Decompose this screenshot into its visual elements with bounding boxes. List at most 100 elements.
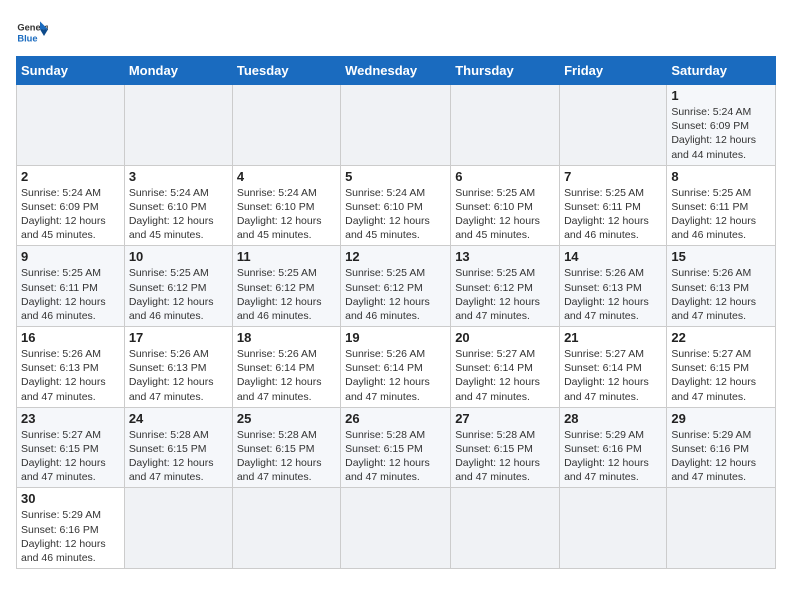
calendar-cell	[560, 85, 667, 166]
calendar-cell: 12Sunrise: 5:25 AMSunset: 6:12 PMDayligh…	[341, 246, 451, 327]
day-number: 26	[345, 411, 446, 426]
calendar-cell: 30 Sunrise: 5:29 AMSunset: 6:16 PMDayligh…	[17, 488, 125, 569]
calendar-cell	[560, 488, 667, 569]
day-info: Sunrise: 5:27 AMSunset: 6:15 PMDaylight:…	[21, 428, 120, 485]
calendar-cell: 20Sunrise: 5:27 AMSunset: 6:14 PMDayligh…	[451, 327, 560, 408]
calendar-cell: 6 Sunrise: 5:25 AMSunset: 6:10 PMDaylight…	[451, 165, 560, 246]
week-row-2: 9 Sunrise: 5:25 AMSunset: 6:11 PMDaylight…	[17, 246, 776, 327]
day-number: 20	[455, 330, 555, 345]
day-number: 23	[21, 411, 120, 426]
day-number: 17	[129, 330, 228, 345]
day-number: 22	[671, 330, 771, 345]
day-number: 8	[671, 169, 771, 184]
weekday-saturday: Saturday	[667, 57, 776, 85]
calendar-cell: 17Sunrise: 5:26 AMSunset: 6:13 PMDayligh…	[124, 327, 232, 408]
day-info: Sunrise: 5:29 AMSunset: 6:16 PMDaylight:…	[21, 508, 120, 565]
weekday-friday: Friday	[560, 57, 667, 85]
day-info: Sunrise: 5:25 AMSunset: 6:12 PMDaylight:…	[345, 266, 446, 323]
day-number: 13	[455, 249, 555, 264]
day-info: Sunrise: 5:25 AMSunset: 6:11 PMDaylight:…	[564, 186, 662, 243]
calendar-cell	[341, 85, 451, 166]
day-number: 2	[21, 169, 120, 184]
day-info: Sunrise: 5:25 AMSunset: 6:10 PMDaylight:…	[455, 186, 555, 243]
svg-text:Blue: Blue	[17, 33, 37, 43]
calendar-header: SundayMondayTuesdayWednesdayThursdayFrid…	[17, 57, 776, 85]
day-number: 9	[21, 249, 120, 264]
day-info: Sunrise: 5:29 AMSunset: 6:16 PMDaylight:…	[564, 428, 662, 485]
day-info: Sunrise: 5:26 AMSunset: 6:13 PMDaylight:…	[564, 266, 662, 323]
calendar-table: SundayMondayTuesdayWednesdayThursdayFrid…	[16, 56, 776, 569]
calendar-cell	[451, 85, 560, 166]
day-number: 1	[671, 88, 771, 103]
calendar-cell: 10 Sunrise: 5:25 AMSunset: 6:12 PMDayligh…	[124, 246, 232, 327]
day-number: 25	[237, 411, 336, 426]
weekday-thursday: Thursday	[451, 57, 560, 85]
weekday-sunday: Sunday	[17, 57, 125, 85]
calendar-cell	[124, 488, 232, 569]
weekday-header-row: SundayMondayTuesdayWednesdayThursdayFrid…	[17, 57, 776, 85]
day-info: Sunrise: 5:26 AMSunset: 6:14 PMDaylight:…	[345, 347, 446, 404]
day-number: 14	[564, 249, 662, 264]
calendar-cell	[667, 488, 776, 569]
logo-icon: General Blue	[16, 16, 48, 48]
calendar-cell: 1 Sunrise: 5:24 AMSunset: 6:09 PMDaylight…	[667, 85, 776, 166]
day-number: 5	[345, 169, 446, 184]
day-number: 11	[237, 249, 336, 264]
day-info: Sunrise: 5:28 AMSunset: 6:15 PMDaylight:…	[345, 428, 446, 485]
day-number: 30	[21, 491, 120, 506]
calendar-cell: 2Sunrise: 5:24 AMSunset: 6:09 PMDaylight…	[17, 165, 125, 246]
day-number: 15	[671, 249, 771, 264]
weekday-tuesday: Tuesday	[232, 57, 340, 85]
day-number: 21	[564, 330, 662, 345]
week-row-1: 2Sunrise: 5:24 AMSunset: 6:09 PMDaylight…	[17, 165, 776, 246]
calendar-cell	[451, 488, 560, 569]
day-number: 29	[671, 411, 771, 426]
calendar-cell	[124, 85, 232, 166]
calendar-cell: 5 Sunrise: 5:24 AMSunset: 6:10 PMDaylight…	[341, 165, 451, 246]
day-info: Sunrise: 5:29 AMSunset: 6:16 PMDaylight:…	[671, 428, 771, 485]
day-number: 3	[129, 169, 228, 184]
day-info: Sunrise: 5:28 AMSunset: 6:15 PMDaylight:…	[237, 428, 336, 485]
day-info: Sunrise: 5:28 AMSunset: 6:15 PMDaylight:…	[129, 428, 228, 485]
day-number: 28	[564, 411, 662, 426]
weekday-monday: Monday	[124, 57, 232, 85]
day-info: Sunrise: 5:25 AMSunset: 6:11 PMDaylight:…	[21, 266, 120, 323]
day-info: Sunrise: 5:25 AMSunset: 6:11 PMDaylight:…	[671, 186, 771, 243]
calendar-cell: 28 Sunrise: 5:29 AMSunset: 6:16 PMDayligh…	[560, 407, 667, 488]
calendar-cell: 19Sunrise: 5:26 AMSunset: 6:14 PMDayligh…	[341, 327, 451, 408]
day-info: Sunrise: 5:26 AMSunset: 6:14 PMDaylight:…	[237, 347, 336, 404]
calendar-cell	[341, 488, 451, 569]
calendar-cell	[17, 85, 125, 166]
calendar-cell: 7 Sunrise: 5:25 AMSunset: 6:11 PMDaylight…	[560, 165, 667, 246]
calendar-cell	[232, 85, 340, 166]
day-number: 27	[455, 411, 555, 426]
calendar-cell: 11Sunrise: 5:25 AMSunset: 6:12 PMDayligh…	[232, 246, 340, 327]
calendar-cell: 22 Sunrise: 5:27 AMSunset: 6:15 PMDayligh…	[667, 327, 776, 408]
day-info: Sunrise: 5:26 AMSunset: 6:13 PMDaylight:…	[671, 266, 771, 323]
day-info: Sunrise: 5:28 AMSunset: 6:15 PMDaylight:…	[455, 428, 555, 485]
week-row-0: 1 Sunrise: 5:24 AMSunset: 6:09 PMDaylight…	[17, 85, 776, 166]
day-number: 7	[564, 169, 662, 184]
calendar-cell: 15 Sunrise: 5:26 AMSunset: 6:13 PMDayligh…	[667, 246, 776, 327]
calendar-cell: 24 Sunrise: 5:28 AMSunset: 6:15 PMDayligh…	[124, 407, 232, 488]
day-info: Sunrise: 5:24 AMSunset: 6:09 PMDaylight:…	[671, 105, 771, 162]
day-number: 16	[21, 330, 120, 345]
day-info: Sunrise: 5:24 AMSunset: 6:10 PMDaylight:…	[345, 186, 446, 243]
week-row-3: 16Sunrise: 5:26 AMSunset: 6:13 PMDayligh…	[17, 327, 776, 408]
calendar-cell: 26 Sunrise: 5:28 AMSunset: 6:15 PMDayligh…	[341, 407, 451, 488]
calendar-cell: 16Sunrise: 5:26 AMSunset: 6:13 PMDayligh…	[17, 327, 125, 408]
day-info: Sunrise: 5:27 AMSunset: 6:15 PMDaylight:…	[671, 347, 771, 404]
week-row-4: 23 Sunrise: 5:27 AMSunset: 6:15 PMDayligh…	[17, 407, 776, 488]
day-info: Sunrise: 5:25 AMSunset: 6:12 PMDaylight:…	[129, 266, 228, 323]
calendar-body: 1 Sunrise: 5:24 AMSunset: 6:09 PMDaylight…	[17, 85, 776, 569]
calendar-cell: 25 Sunrise: 5:28 AMSunset: 6:15 PMDayligh…	[232, 407, 340, 488]
calendar-cell: 23 Sunrise: 5:27 AMSunset: 6:15 PMDayligh…	[17, 407, 125, 488]
day-number: 10	[129, 249, 228, 264]
calendar-cell: 21 Sunrise: 5:27 AMSunset: 6:14 PMDayligh…	[560, 327, 667, 408]
day-number: 6	[455, 169, 555, 184]
calendar-cell: 3 Sunrise: 5:24 AMSunset: 6:10 PMDaylight…	[124, 165, 232, 246]
day-number: 24	[129, 411, 228, 426]
calendar-cell: 18Sunrise: 5:26 AMSunset: 6:14 PMDayligh…	[232, 327, 340, 408]
day-info: Sunrise: 5:27 AMSunset: 6:14 PMDaylight:…	[564, 347, 662, 404]
day-info: Sunrise: 5:24 AMSunset: 6:10 PMDaylight:…	[129, 186, 228, 243]
